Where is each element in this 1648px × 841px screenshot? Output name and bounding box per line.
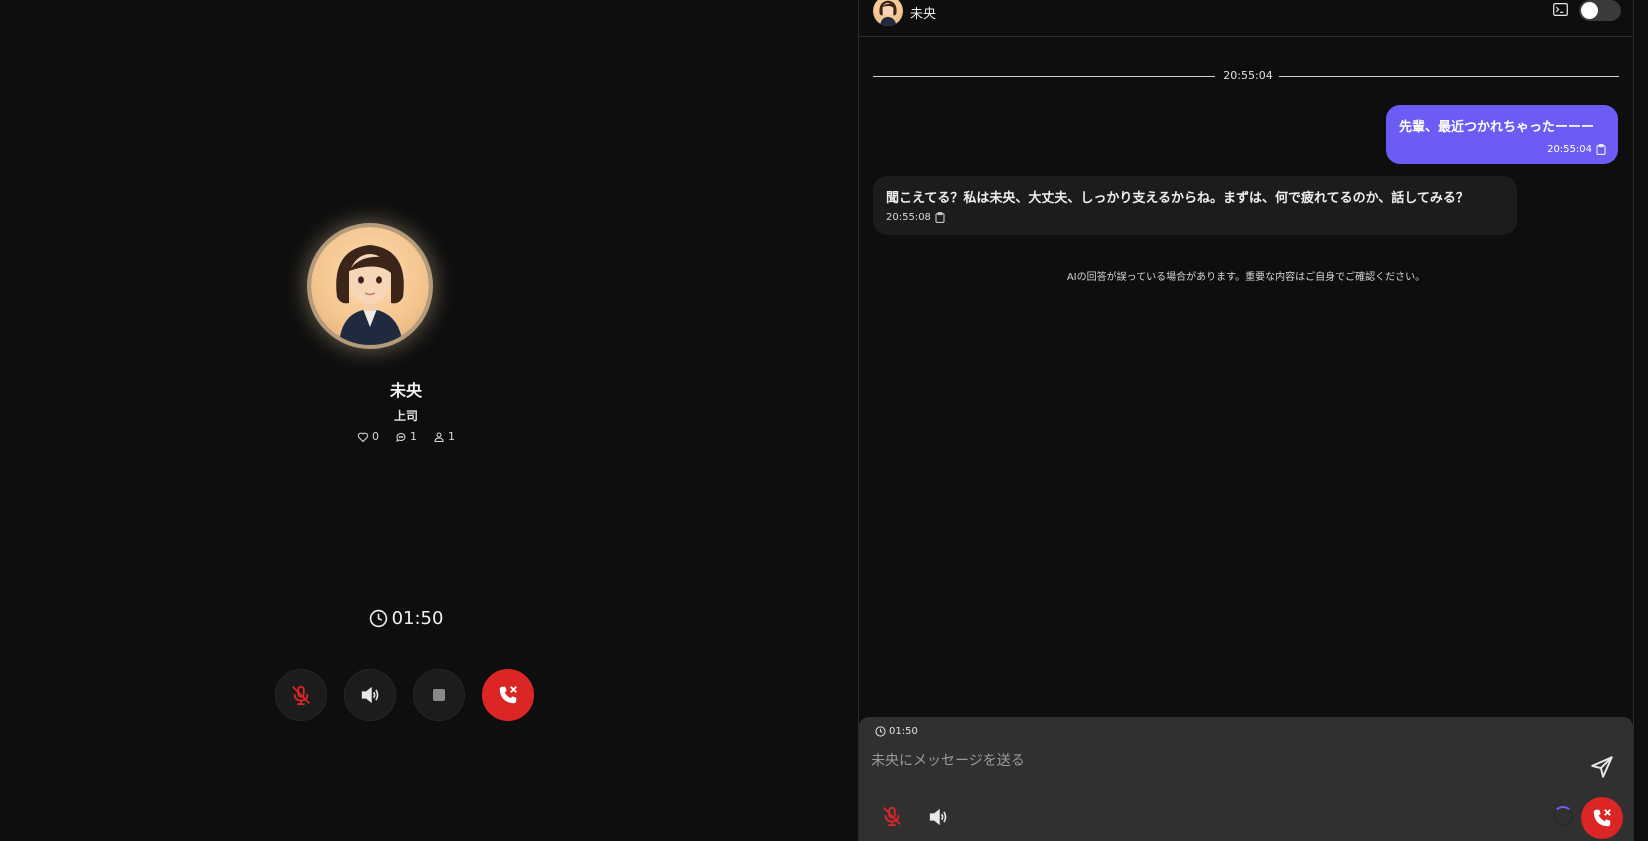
clock-icon	[369, 609, 387, 628]
users-count: 1	[448, 430, 455, 443]
toggle-knob	[1581, 2, 1598, 19]
phone-end-icon	[1593, 809, 1611, 827]
composer-end-call-button[interactable]	[1581, 797, 1623, 839]
caller-role: 上司	[393, 409, 418, 423]
ai-message-meta: 20:55:08	[886, 212, 1505, 223]
chat-header: 未央	[859, 0, 1633, 37]
ai-message-text: 聞こえてる？私は未央、大丈夫、しっかり支えるからね。まずは、何で疲れてるのか、話…	[886, 191, 1469, 206]
user-icon	[434, 432, 444, 442]
send-icon[interactable]	[1589, 754, 1615, 780]
comments-count: 1	[410, 430, 417, 443]
loading-spinner	[1553, 806, 1573, 826]
divider-line-left	[873, 76, 1215, 77]
end-call-button[interactable]	[482, 669, 534, 721]
speaker-icon[interactable]	[927, 806, 949, 828]
caller-stats: 0 1 1	[0, 430, 812, 443]
ai-disclaimer: AIの回答が誤っている場合があります。重要な内容はご自身でご確認ください。	[1066, 272, 1426, 283]
comment-icon	[396, 432, 406, 442]
clipboard-icon[interactable]	[935, 212, 945, 223]
terminal-icon[interactable]	[1553, 3, 1568, 16]
speaker-button[interactable]	[344, 669, 396, 721]
divider-line-right	[1279, 76, 1619, 77]
mode-toggle[interactable]	[1579, 0, 1621, 21]
stop-icon	[433, 689, 445, 701]
likes-count: 0	[372, 430, 379, 443]
chat-avatar[interactable]	[873, 0, 903, 26]
comments-stat: 1	[395, 430, 417, 443]
call-timer: 01:50	[0, 608, 812, 629]
users-stat: 1	[433, 430, 455, 443]
ai-message-time: 20:55:08	[886, 212, 931, 223]
mic-off-icon[interactable]	[881, 805, 903, 827]
composer-timer: 01:50	[875, 726, 918, 737]
mute-button[interactable]	[275, 669, 327, 721]
date-divider: 20:55:04	[1223, 69, 1273, 82]
caller-avatar	[311, 227, 429, 345]
heart-icon	[357, 432, 369, 442]
user-message-meta: 20:55:04	[1547, 144, 1606, 155]
user-message-text: 先輩、最近つかれちゃったーーー	[1399, 120, 1595, 135]
call-controls	[275, 669, 534, 721]
chat-panel: 未央 20:55:04 先輩、最近つかれちゃったーーー 20:55:04 聞こえ…	[858, 0, 1634, 841]
phone-end-icon	[499, 686, 517, 704]
mic-off-icon	[292, 685, 310, 706]
caller-name: 未央	[389, 381, 422, 400]
chat-header-name: 未央	[910, 7, 937, 22]
speaker-icon	[361, 686, 379, 704]
message-input[interactable]	[869, 747, 1533, 775]
call-panel: 未央 上司 0 1 1 01:50	[0, 0, 858, 841]
stop-button[interactable]	[413, 669, 465, 721]
likes-stat: 0	[357, 430, 379, 443]
message-composer: 01:50	[859, 717, 1633, 841]
composer-timer-value: 01:50	[889, 726, 918, 737]
clipboard-icon[interactable]	[1596, 144, 1606, 155]
user-message-time: 20:55:04	[1547, 144, 1592, 155]
ai-message-bubble: 聞こえてる？私は未央、大丈夫、しっかり支えるからね。まずは、何で疲れてるのか、話…	[873, 176, 1517, 235]
call-timer-value: 01:50	[391, 608, 444, 629]
clock-icon	[875, 726, 886, 737]
user-message-bubble: 先輩、最近つかれちゃったーーー 20:55:04	[1386, 105, 1618, 164]
